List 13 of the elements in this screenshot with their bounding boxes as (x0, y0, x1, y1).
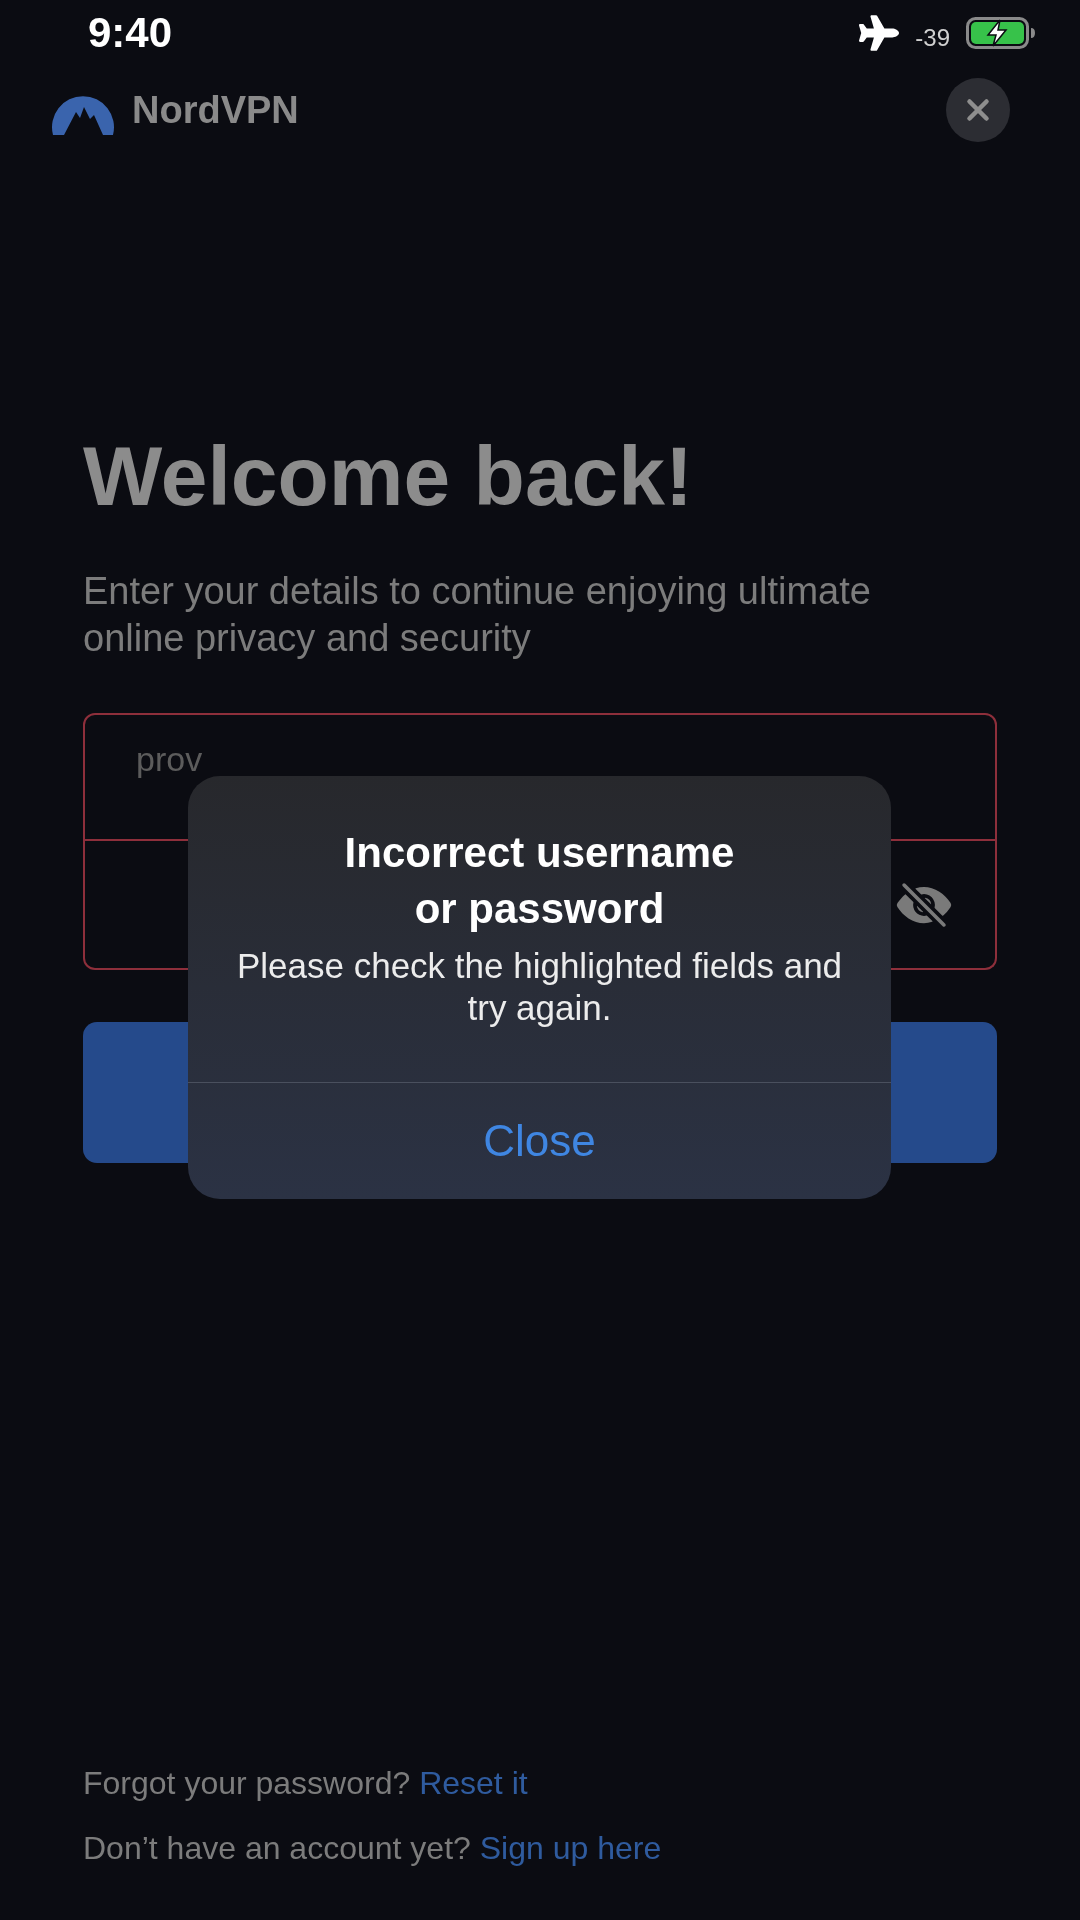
airplane-icon (859, 13, 900, 53)
battery-charging-icon (966, 17, 1036, 49)
text-link[interactable]: Reset it (419, 1765, 528, 1801)
alert-message: Please check the highlighted fields and try again. (235, 945, 844, 1029)
welcome-heading: Welcome back! (83, 434, 694, 518)
status-time: 9:40 (88, 12, 173, 54)
signal-reading: -39 (915, 26, 950, 50)
brand-name: NordVPN (132, 91, 299, 129)
account-prompt-text: Forgot your password? Reset it (83, 1764, 528, 1803)
subtitle-text: Enter your details to continue enjoying ultimate online privacy and security (83, 569, 872, 661)
account-prompt-text: Don’t have an account yet? Sign up here (83, 1829, 662, 1868)
close-alert-button[interactable]: Close (188, 1083, 891, 1199)
text-link[interactable]: Sign up here (479, 1830, 662, 1866)
